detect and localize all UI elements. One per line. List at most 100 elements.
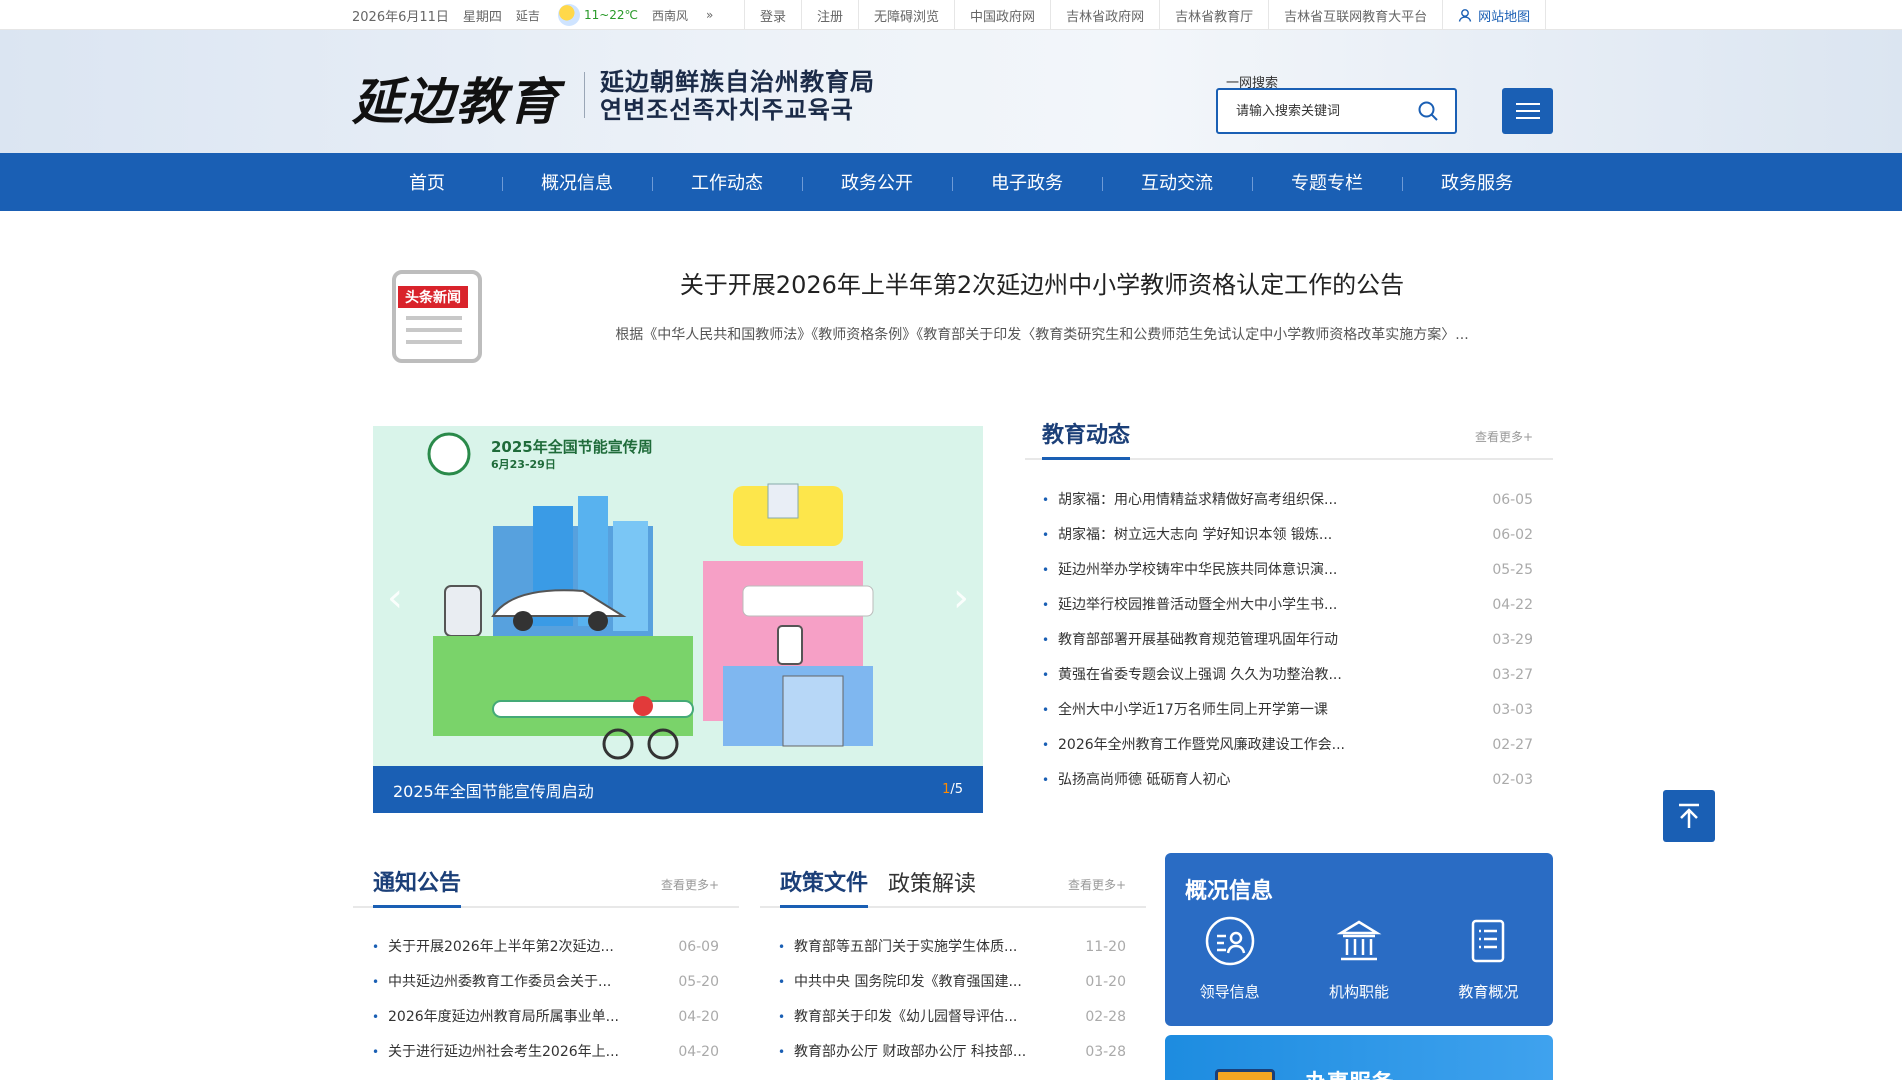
main-nav: 首页 概况信息 工作动态 政务公开 电子政务 互动交流 专题专栏 政务服务 — [0, 153, 1902, 211]
back-to-top-button[interactable] — [1663, 790, 1715, 842]
carousel-total: /5 — [950, 782, 963, 797]
nav-interaction[interactable]: 互动交流 — [1102, 153, 1252, 211]
nav-gov-services[interactable]: 政务服务 — [1402, 153, 1552, 211]
weather-wind: 西南风 — [652, 8, 689, 23]
nav-e-gov[interactable]: 电子政务 — [952, 153, 1102, 211]
carousel-pager: 1/5 — [942, 782, 963, 797]
headline-title[interactable]: 关于开展2026年上半年第2次延边州中小学教师资格认定工作的公告 — [522, 265, 1562, 300]
list-item[interactable]: 教育部关于印发《幼儿园督导评估...02-28 — [778, 1000, 1146, 1035]
top-utility-bar: 2026年6月11日 星期四 延吉 11~22℃ 西南风 » 登录 注册 无障碍… — [0, 0, 1902, 30]
accessibility-link[interactable]: 无障碍浏览 — [859, 0, 956, 30]
china-gov-link[interactable]: 中国政府网 — [955, 0, 1052, 30]
notices-list: 关于开展2026年上半年第2次延边...06-09 中共延边州委教育工作委员会关… — [372, 930, 739, 1070]
arrow-up-icon — [1679, 803, 1699, 828]
carousel-next-arrow[interactable]: › — [947, 576, 975, 620]
weather-temperature: 11~22℃ — [583, 8, 639, 22]
list-item[interactable]: 教育部等五部门关于实施学生体质...11-20 — [778, 930, 1146, 965]
list-item[interactable]: 弘扬高尚师德 砥砺育人初心02-03 — [1042, 763, 1553, 798]
leader-info-icon — [1205, 916, 1254, 966]
headline-badge-text: 头条新闻 — [405, 289, 461, 306]
poster-date: 6月23-29日 — [491, 458, 556, 471]
overview-panel-title[interactable]: 概况信息 — [1185, 873, 1273, 905]
edu-news-header: 教育动态 查看更多+ — [1025, 408, 1553, 460]
edu-news-title[interactable]: 教育动态 — [1042, 408, 1131, 460]
leader-info-label: 领导信息 — [1199, 983, 1260, 1001]
nav-gov-affairs[interactable]: 政务公开 — [802, 153, 952, 211]
notices-more-link[interactable]: 查看更多+ — [661, 876, 719, 893]
double-chevron-right-icon[interactable]: » — [706, 8, 713, 22]
policy-header: 政策文件 政策解读 查看更多+ — [760, 856, 1146, 908]
org-name-korean: 연변조선족자치주교육국 — [600, 96, 854, 124]
jilin-internet-edu-link[interactable]: 吉林省互联网教育大平台 — [1269, 0, 1444, 30]
org-functions-link[interactable]: 机构职能 — [1294, 915, 1423, 1002]
user-icon — [1458, 9, 1472, 22]
list-item[interactable]: 中共延边州委教育工作委员会关于...05-20 — [372, 965, 739, 1000]
sitemap-label: 网站地图 — [1478, 9, 1531, 25]
list-item[interactable]: 延边举行校园推普活动暨全州大中小学生书...04-22 — [1042, 588, 1553, 623]
jilin-gov-link[interactable]: 吉林省政府网 — [1051, 0, 1161, 30]
menu-button[interactable] — [1502, 88, 1553, 134]
site-logo[interactable]: 延边教育 — [352, 62, 560, 134]
policy-more-link[interactable]: 查看更多+ — [1068, 876, 1126, 893]
register-link[interactable]: 注册 — [802, 0, 860, 30]
carousel-caption[interactable]: 2025年全国节能宣传周启动 — [393, 778, 594, 802]
nav-overview[interactable]: 概况信息 — [502, 153, 652, 211]
edu-overview-label: 教育概况 — [1458, 983, 1519, 1001]
weather-widget: 延吉 11~22℃ 西南风 » — [516, 4, 727, 26]
service-panel[interactable]: 办事服务 — [1165, 1035, 1553, 1080]
jilin-edu-link[interactable]: 吉林省教育厅 — [1160, 0, 1270, 30]
carousel-prev-arrow[interactable]: ‹ — [381, 576, 409, 620]
site-header: 延边教育 延边朝鲜族自治州教育局 연변조선족자치주교육국 一网搜索 — [0, 30, 1902, 153]
list-item[interactable]: 延边州举办学校铸牢中华民族共同体意识演...05-25 — [1042, 553, 1553, 588]
document-list-icon — [1472, 919, 1505, 963]
logo-divider — [584, 72, 585, 118]
policy-list: 教育部等五部门关于实施学生体质...11-20 中共中央 国务院印发《教育强国建… — [778, 930, 1146, 1070]
nav-home[interactable]: 首页 — [352, 153, 502, 211]
poster-title: 2025年全国节能宣传周 — [491, 438, 653, 456]
edu-overview-link[interactable]: 教育概况 — [1424, 915, 1553, 1002]
headline-news-icon: 头条新闻 — [392, 270, 482, 363]
edu-news-more-link[interactable]: 查看更多+ — [1475, 428, 1533, 445]
current-weekday: 星期四 — [462, 9, 502, 25]
nav-special-topics[interactable]: 专题专栏 — [1252, 153, 1402, 211]
top-links: 登录 注册 无障碍浏览 中国政府网 吉林省政府网 吉林省教育厅 吉林省互联网教育… — [744, 0, 1547, 30]
date-weather: 2026年6月11日 星期四 延吉 11~22℃ 西南风 » — [352, 0, 727, 30]
org-functions-label: 机构职能 — [1328, 983, 1389, 1001]
login-link[interactable]: 登录 — [745, 0, 803, 30]
hamburger-icon — [1515, 103, 1540, 105]
search-input[interactable] — [1218, 91, 1408, 131]
current-date: 2026年6月11日 — [352, 9, 449, 25]
search-box — [1216, 88, 1457, 134]
leader-info-link[interactable]: 领导信息 — [1165, 915, 1294, 1002]
list-item[interactable]: 胡家福：树立远大志向 学好知识本领 锻炼...06-02 — [1042, 518, 1553, 553]
headline-summary: 根据《中华人民共和国教师法》《教师资格条例》《教育部关于印发〈教育类研究生和公费… — [615, 327, 1469, 343]
tab-policy-documents[interactable]: 政策文件 — [780, 856, 869, 908]
tab-policy-interpretation[interactable]: 政策解读 — [888, 856, 976, 908]
list-item[interactable]: 2026年度延边州教育局所属事业单...04-20 — [372, 1000, 739, 1035]
list-item[interactable]: 胡家福：用心用情精益求精做好高考组织保...06-05 — [1042, 483, 1553, 518]
overview-panel: 概况信息 领导信息 机构职能 教育概况 — [1165, 853, 1553, 1026]
image-carousel[interactable]: 2025年全国节能宣传周 6月23-29日 ‹ › 2025年全国节能宣传周启动… — [373, 426, 983, 813]
list-item[interactable]: 黄强在省委专题会议上强调 久久为功整治教...03-27 — [1042, 658, 1553, 693]
notices-header: 通知公告 查看更多+ — [353, 856, 739, 908]
sunny-cloud-icon — [557, 4, 580, 26]
overview-panel-items: 领导信息 机构职能 教育概况 — [1165, 915, 1553, 1002]
carousel-image[interactable]: 2025年全国节能宣传周 6月23-29日 — [373, 426, 983, 766]
list-item[interactable]: 2026年全州教育工作暨党风廉政建设工作会...02-27 — [1042, 728, 1553, 763]
sitemap-link[interactable]: 网站地图 — [1443, 0, 1547, 30]
edu-news-list: 胡家福：用心用情精益求精做好高考组织保...06-05 胡家福：树立远大志向 学… — [1042, 483, 1553, 798]
org-name-chinese: 延边朝鲜族自治州教育局 — [600, 68, 875, 96]
list-item[interactable]: 关于开展2026年上半年第2次延边...06-09 — [372, 930, 739, 965]
search-icon — [1418, 101, 1438, 121]
list-item[interactable]: 关于进行延边州社会考生2026年上...04-20 — [372, 1035, 739, 1070]
search-button[interactable] — [1408, 91, 1448, 131]
building-icon — [1336, 920, 1382, 961]
list-item[interactable]: 教育部办公厅 财政部办公厅 科技部...03-28 — [778, 1035, 1146, 1070]
nav-work-news[interactable]: 工作动态 — [652, 153, 802, 211]
service-icon — [1215, 1069, 1275, 1080]
org-name: 延边朝鲜族自治州教育局 연변조선족자치주교육국 — [600, 68, 875, 124]
notices-title[interactable]: 通知公告 — [373, 856, 462, 908]
list-item[interactable]: 全州大中小学近17万名师生同上开学第一课03-03 — [1042, 693, 1553, 728]
list-item[interactable]: 教育部部署开展基础教育规范管理巩固年行动03-29 — [1042, 623, 1553, 658]
list-item[interactable]: 中共中央 国务院印发《教育强国建...01-20 — [778, 965, 1146, 1000]
